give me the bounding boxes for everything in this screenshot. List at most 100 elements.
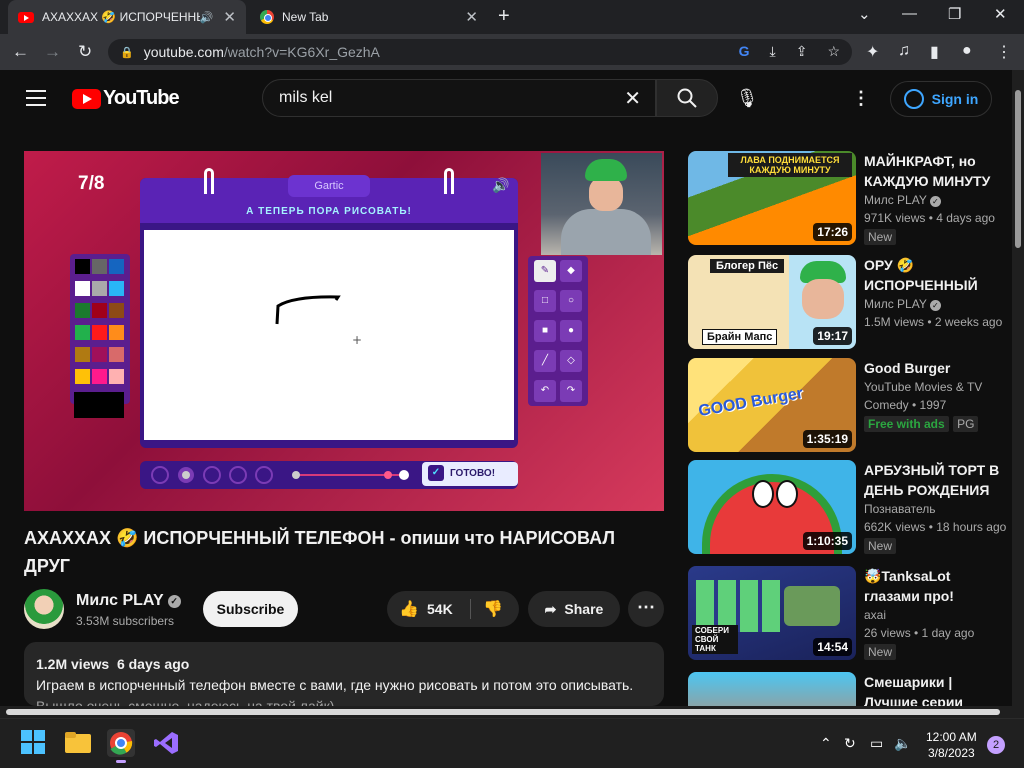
menu-icon[interactable] bbox=[26, 90, 46, 111]
recommendation-item[interactable]: ЛАВА ПОДНИМАЕТСЯ КАЖДУЮ МИНУТУ 17:26 МАЙ… bbox=[688, 151, 1008, 245]
clock-date: 3/8/2023 bbox=[927, 746, 975, 760]
video-duration: 1:10:35 bbox=[802, 532, 852, 550]
youtube-logo-text: YouTube bbox=[103, 87, 180, 109]
settings-more-icon[interactable]: ⋮ bbox=[852, 88, 870, 109]
visual-studio-icon[interactable] bbox=[152, 729, 180, 757]
recommendation-item[interactable]: GOOD Burger 1:35:19 Good Burger YouTube … bbox=[688, 358, 1008, 452]
description-box[interactable]: 1.2M views 6 days ago Играем в испорченн… bbox=[24, 642, 664, 706]
omnibox[interactable]: 🔒 youtube.com/watch?v=KG6Xr_GezhA G ⤓ ⇪ … bbox=[108, 39, 852, 65]
drawing-tools: ✎ ◆ □ ○ ■ ● ╱ ◇ ↶ ↷ bbox=[528, 256, 588, 406]
reload-icon[interactable]: ↻ bbox=[78, 42, 92, 62]
back-icon[interactable]: ← bbox=[12, 42, 29, 62]
game-volume-icon: 🔊 bbox=[492, 177, 510, 193]
thumbnail-caption-2: Брайн Мапс bbox=[702, 329, 778, 345]
sign-in-button[interactable]: Sign in bbox=[890, 81, 992, 117]
search-input[interactable]: mils kel ✕ bbox=[262, 79, 656, 117]
masthead: YouTube mils kel ✕ 🎙 ⋮ Sign in bbox=[0, 70, 1024, 126]
video-duration: 17:26 bbox=[813, 223, 852, 241]
restore-icon[interactable]: ❐ bbox=[948, 5, 961, 23]
side-panel-icon[interactable]: ▮ bbox=[930, 42, 939, 62]
account-icon bbox=[903, 89, 924, 109]
google-icon[interactable]: G bbox=[739, 43, 750, 60]
video-player[interactable]: 7/8 ⤓ Gartic А ТЕПЕРЬ ПОРА РИСОВАТЬ! + 🔊 bbox=[24, 151, 664, 511]
more-actions-icon[interactable]: ⋯ bbox=[628, 591, 664, 627]
chrome-taskbar-icon[interactable] bbox=[107, 729, 135, 763]
voice-search-icon[interactable]: 🎙 bbox=[730, 79, 764, 117]
tab-youtube[interactable]: АХАХХАХ 🤣 ИСПОРЧЕННЫЙ ТЕЛЕФОН 🔊 ✕ bbox=[8, 0, 246, 34]
free-with-ads-badge: Free with ads bbox=[864, 416, 949, 432]
close-tab-icon[interactable]: ✕ bbox=[223, 8, 236, 26]
search-button[interactable] bbox=[656, 79, 718, 117]
verified-icon: ✓ bbox=[929, 196, 941, 207]
share-page-icon[interactable]: ⇪ bbox=[796, 43, 808, 60]
recommendation-title: Good Burger bbox=[864, 360, 951, 376]
recommendation-meta: 971K views • 4 days ago bbox=[864, 211, 995, 225]
recommendation-title: АРБУЗНЫЙ ТОРТ В ДЕНЬ РОЖДЕНИЯ bbox=[864, 462, 1000, 498]
recommendation-title: МАЙНКРАФТ, но КАЖДУЮ МИНУТУ ЛАВА ПОДНИМА… bbox=[864, 153, 991, 189]
channel-avatar[interactable] bbox=[24, 589, 64, 629]
subscribe-button[interactable]: Subscribe bbox=[203, 591, 298, 627]
youtube-logo-icon bbox=[72, 88, 101, 109]
recommendation-item[interactable]: СОБЕРИ СВОЙ ТАНК 14:54 🤯TanksaLot глазам… bbox=[688, 566, 1008, 660]
system-clock[interactable]: 12:00 AM 3/8/2023 bbox=[926, 729, 977, 761]
close-tab-icon[interactable]: ✕ bbox=[465, 8, 478, 26]
video-thumbnail[interactable]: GOOD Burger 1:35:19 bbox=[688, 358, 856, 452]
audio-playing-icon[interactable]: 🔊 bbox=[200, 11, 214, 24]
rating-badge: PG bbox=[953, 416, 979, 432]
recommendation-item[interactable]: Блогер Пёс Брайн Мапс 19:17 ОРУ 🤣 ИСПОРЧ… bbox=[688, 255, 1008, 349]
dislike-icon[interactable]: 👎 bbox=[483, 599, 503, 619]
file-explorer-icon[interactable] bbox=[64, 729, 92, 757]
description-line-1: Играем в испорченный телефон вместе с ва… bbox=[36, 677, 634, 693]
recommendation-channel: axai bbox=[864, 608, 887, 622]
sync-icon[interactable]: ↻ bbox=[844, 735, 856, 752]
new-badge: New bbox=[864, 644, 897, 660]
new-tab-icon[interactable]: + bbox=[498, 6, 510, 26]
video-thumbnail[interactable]: СОБЕРИ СВОЙ ТАНК 14:54 bbox=[688, 566, 856, 660]
ready-button: ГОТОВО! bbox=[422, 462, 518, 486]
verified-icon: ✓ bbox=[167, 595, 181, 608]
video-thumbnail[interactable] bbox=[688, 672, 856, 706]
media-control-icon[interactable]: ♫ bbox=[898, 42, 910, 60]
lock-icon[interactable]: 🔒 bbox=[120, 46, 134, 59]
chrome-favicon-icon bbox=[260, 10, 274, 24]
like-icon[interactable]: 👍 bbox=[399, 599, 419, 619]
thumbnail-caption: СОБЕРИ СВОЙ ТАНК bbox=[692, 625, 738, 654]
share-button[interactable]: ➦ Share bbox=[528, 591, 620, 627]
recommendation-item[interactable]: Смешарики | Лучшие серии bbox=[688, 672, 1008, 706]
network-icon[interactable]: ▭ bbox=[870, 735, 883, 752]
new-badge: New bbox=[864, 538, 897, 554]
like-count[interactable]: 54K bbox=[427, 601, 453, 617]
video-thumbnail[interactable]: ЛАВА ПОДНИМАЕТСЯ КАЖДУЮ МИНУТУ 17:26 bbox=[688, 151, 856, 245]
clear-search-icon[interactable]: ✕ bbox=[624, 86, 641, 111]
horizontal-scrollbar[interactable] bbox=[0, 706, 1024, 718]
tab-search-chevron-icon[interactable]: ⌄ bbox=[858, 5, 871, 23]
video-thumbnail[interactable]: 1:10:35 bbox=[688, 460, 856, 554]
recommendation-item[interactable]: 1:10:35 АРБУЗНЫЙ ТОРТ В ДЕНЬ РОЖДЕНИЯ По… bbox=[688, 460, 1008, 554]
windows-start-icon[interactable] bbox=[20, 729, 48, 757]
notification-badge[interactable]: 2 bbox=[987, 736, 1005, 754]
minimize-icon[interactable]: — bbox=[902, 5, 917, 22]
thumbnail-caption: Блогер Пёс bbox=[710, 259, 785, 273]
volume-icon[interactable]: 🔈 bbox=[894, 735, 911, 752]
install-app-icon[interactable]: ⤓ bbox=[770, 43, 776, 60]
vertical-scrollbar[interactable] bbox=[1012, 70, 1024, 706]
extensions-icon[interactable]: ✦ bbox=[866, 42, 879, 62]
youtube-favicon-icon bbox=[18, 11, 34, 23]
drawing-stroke: + bbox=[275, 295, 362, 347]
close-window-icon[interactable]: ✕ bbox=[994, 5, 1007, 23]
subscriber-count: 3.53M subscribers bbox=[76, 614, 175, 628]
chrome-menu-icon[interactable]: ⋮ bbox=[996, 42, 1012, 62]
upload-age: 6 days ago bbox=[116, 656, 190, 672]
channel-name[interactable]: Милс PLAY ✓ bbox=[76, 592, 181, 610]
profile-icon[interactable]: ● bbox=[962, 42, 972, 60]
sign-in-label: Sign in bbox=[931, 91, 979, 107]
address-toolbar: ← → ↻ 🔒 youtube.com/watch?v=KG6Xr_GezhA … bbox=[0, 34, 1024, 70]
video-thumbnail[interactable]: Блогер Пёс Брайн Мапс 19:17 bbox=[688, 255, 856, 349]
recommendation-title: ОРУ 🤣 ИСПОРЧЕННЫЙ ТЕЛЕФОН bbox=[864, 257, 978, 293]
youtube-logo[interactable]: YouTube bbox=[72, 87, 180, 110]
bookmark-star-icon[interactable]: ☆ bbox=[827, 43, 840, 60]
clock-time: 12:00 AM bbox=[926, 730, 977, 744]
tab-new-tab[interactable]: New Tab ✕ bbox=[250, 0, 488, 34]
forward-icon[interactable]: → bbox=[44, 42, 61, 62]
tray-overflow-icon[interactable]: ⌃ bbox=[820, 735, 832, 752]
